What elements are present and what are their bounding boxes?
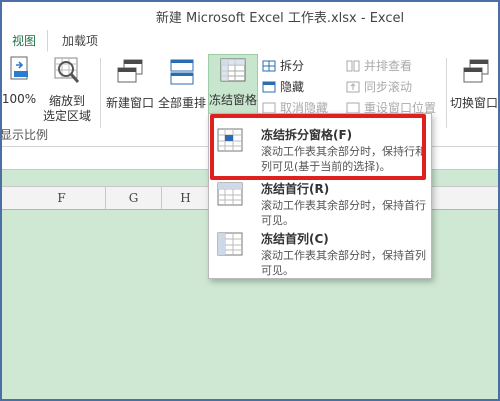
- menu-item-desc: 滚动工作表其余部分时，保持首行可见。: [261, 199, 426, 227]
- hide-button[interactable]: 隐藏: [262, 79, 304, 95]
- freeze-first-column-icon: [217, 232, 243, 256]
- arrange-all-icon: [170, 59, 194, 85]
- freeze-top-row-icon: [217, 182, 243, 206]
- side-by-side-label: 并排查看: [364, 59, 413, 73]
- zoom-100-icon: [10, 56, 28, 80]
- column-header-g[interactable]: G: [106, 187, 162, 209]
- sync-scroll-icon: [346, 81, 360, 93]
- arrange-all-label: 全部重排: [157, 96, 206, 110]
- menu-item-freeze-top-row[interactable]: 冻结首行(R) 滚动工作表其余部分时，保持首行可见。: [209, 176, 431, 227]
- group-separator: [100, 58, 101, 128]
- new-window-label: 新建窗口: [105, 96, 154, 110]
- hide-label: 隐藏: [280, 80, 305, 94]
- zoom-selection-label-1: 缩放到: [48, 94, 85, 108]
- column-header-f[interactable]: F: [18, 187, 106, 209]
- new-window-icon: [117, 59, 143, 83]
- window-title: 新建 Microsoft Excel 工作表.xlsx - Excel: [155, 11, 405, 26]
- group-zoom-label: 显示比例: [0, 128, 49, 142]
- switch-windows-icon: [463, 59, 489, 83]
- switch-windows-label: 切换窗口: [450, 96, 499, 110]
- sync-scroll-button[interactable]: 同步滚动: [346, 79, 412, 95]
- tab-addins[interactable]: 加载项: [62, 30, 98, 52]
- magnifier-icon: [54, 57, 80, 83]
- side-by-side-icon: [346, 60, 360, 72]
- freeze-panes-button[interactable]: 冻结窗格: [208, 54, 258, 114]
- hide-icon: [262, 81, 276, 93]
- group-separator: [446, 58, 447, 128]
- freeze-panes-label: 冻结窗格: [209, 93, 258, 107]
- menu-item-freeze-first-column[interactable]: 冻结首列(C) 滚动工作表其余部分时，保持首列可见。: [209, 226, 431, 277]
- highlight-box: [210, 114, 426, 180]
- column-header-h[interactable]: H: [162, 187, 210, 209]
- title-bar: 新建 Microsoft Excel 工作表.xlsx - Excel: [0, 0, 500, 30]
- side-by-side-button[interactable]: 并排查看: [346, 58, 412, 74]
- split-label: 拆分: [280, 59, 305, 73]
- sync-scroll-label: 同步滚动: [364, 80, 413, 94]
- ribbon-tabs: 视图 加载项: [0, 30, 500, 53]
- tab-view[interactable]: 视图: [0, 30, 48, 52]
- split-icon: [262, 60, 276, 72]
- zoom-selection-label-2: 选定区域: [42, 109, 91, 123]
- menu-item-desc: 滚动工作表其余部分时，保持首列可见。: [261, 249, 426, 277]
- menu-item-title: 冻结首行(R): [261, 182, 330, 196]
- menu-item-title: 冻结首列(C): [261, 232, 329, 246]
- zoom-100-label: 100%: [1, 92, 37, 106]
- split-button[interactable]: 拆分: [262, 58, 304, 74]
- freeze-panes-icon: [220, 58, 246, 82]
